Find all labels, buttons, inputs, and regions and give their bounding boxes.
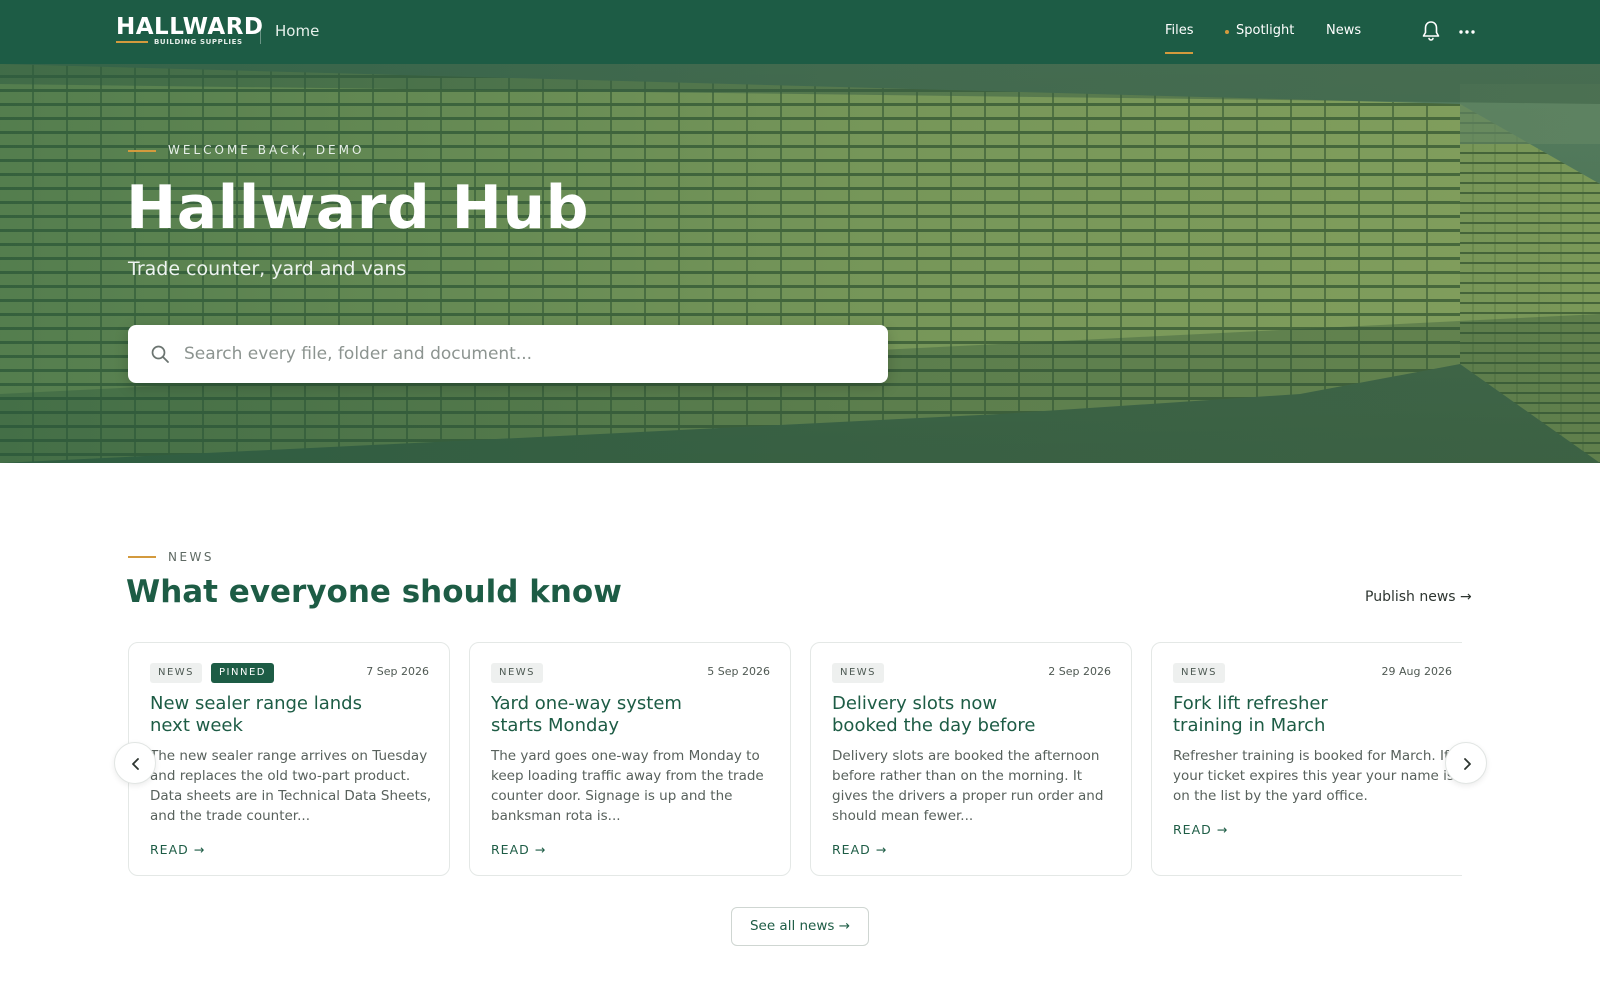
news-excerpt: The new sealer range arrives on Tuesday …: [150, 748, 432, 824]
carousel-prev-button[interactable]: [114, 742, 156, 784]
news-date: 7 Sep 2026: [366, 665, 429, 678]
news-tag: NEWS: [150, 663, 203, 683]
chevron-left-icon: [132, 758, 139, 770]
welcome-accent-rule: [128, 150, 156, 152]
read-link[interactable]: READ →: [832, 842, 887, 857]
news-title[interactable]: Fork lift refresher training in March: [1173, 693, 1403, 737]
bell-icon[interactable]: [1421, 20, 1441, 42]
read-link[interactable]: READ →: [491, 842, 546, 857]
spotlight-dot-icon: [1225, 30, 1229, 34]
search-input[interactable]: [184, 335, 864, 373]
welcome-eyebrow: WELCOME BACK, DEMO: [168, 143, 365, 157]
brand-subtitle: BUILDING SUPPLIES: [154, 38, 243, 46]
news-excerpt: Refresher training is booked for March. …: [1173, 748, 1454, 804]
news-accent-rule: [128, 556, 156, 558]
news-date: 29 Aug 2026: [1381, 665, 1452, 678]
news-excerpt: Delivery slots are booked the afternoon …: [832, 748, 1104, 824]
search-icon: [150, 344, 170, 364]
nav-item-spotlight[interactable]: Spotlight: [1236, 23, 1294, 38]
hero-banner: WELCOME BACK, DEMO Hallward Hub Trade co…: [0, 64, 1600, 463]
news-title[interactable]: Delivery slots now booked the day before: [832, 693, 1062, 737]
home-link[interactable]: Home: [275, 22, 319, 40]
hero-subtitle: Trade counter, yard and vans: [128, 258, 407, 280]
news-card[interactable]: NEWS PINNED 7 Sep 2026 New sealer range …: [128, 642, 450, 876]
news-heading: What everyone should know: [126, 574, 622, 610]
read-link[interactable]: READ →: [150, 842, 205, 857]
news-eyebrow: NEWS: [168, 550, 215, 564]
news-card[interactable]: NEWS 2 Sep 2026 Delivery slots now booke…: [810, 642, 1132, 876]
nav-item-files[interactable]: Files: [1165, 23, 1194, 38]
page-title: Hallward Hub: [126, 173, 590, 243]
pinned-badge: PINNED: [211, 663, 274, 683]
nav-item-news[interactable]: News: [1326, 23, 1361, 38]
search-box[interactable]: [128, 325, 888, 383]
top-navigation-bar: HALLWARD BUILDING SUPPLIES Home Files Sp…: [0, 0, 1600, 64]
carousel-next-button[interactable]: [1445, 742, 1487, 784]
nav-active-indicator: [1165, 52, 1193, 54]
brand-logo[interactable]: HALLWARD BUILDING SUPPLIES: [116, 14, 263, 50]
news-carousel: NEWS PINNED 7 Sep 2026 New sealer range …: [128, 642, 1462, 878]
news-tag: NEWS: [491, 663, 544, 683]
news-title[interactable]: Yard one-way system starts Monday: [491, 693, 721, 737]
see-all-news-button[interactable]: See all news →: [731, 907, 869, 946]
more-icon[interactable]: [1456, 22, 1478, 42]
news-tag: NEWS: [832, 663, 885, 683]
brand-accent-rule: [116, 41, 148, 43]
brand-divider: [260, 20, 261, 44]
news-date: 2 Sep 2026: [1048, 665, 1111, 678]
news-excerpt: The yard goes one-way from Monday to kee…: [491, 748, 764, 824]
chevron-right-icon: [1464, 758, 1471, 770]
news-card[interactable]: NEWS 29 Aug 2026 Fork lift refresher tra…: [1151, 642, 1462, 876]
read-link[interactable]: READ →: [1173, 822, 1228, 837]
news-date: 5 Sep 2026: [707, 665, 770, 678]
news-tag: NEWS: [1173, 663, 1226, 683]
news-card[interactable]: NEWS 5 Sep 2026 Yard one-way system star…: [469, 642, 791, 876]
publish-news-link[interactable]: Publish news →: [1365, 589, 1472, 605]
news-title[interactable]: New sealer range lands next week: [150, 693, 380, 737]
brand-name: HALLWARD: [116, 14, 264, 40]
